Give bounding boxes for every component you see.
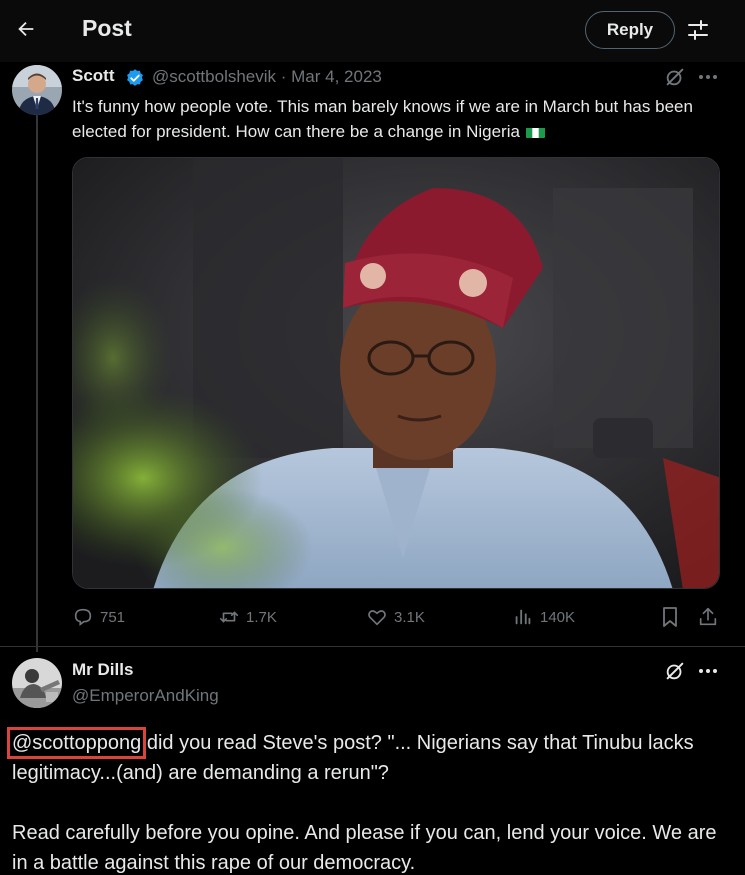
views-count: 140K — [540, 608, 576, 626]
share-icon — [699, 607, 717, 626]
reply-author-handle: @EmperorAndKing — [72, 686, 219, 705]
like-action[interactable]: 3.1K — [366, 605, 425, 629]
more-options-button[interactable] — [697, 67, 719, 87]
like-count: 3.1K — [394, 608, 425, 626]
repost-icon — [219, 611, 239, 623]
reply-icon — [74, 608, 92, 626]
reply-author-name[interactable]: Mr Dills — [72, 660, 133, 680]
like-icon — [368, 610, 386, 626]
reply-paragraph-1: @scottoppong did you read Steve's post? … — [6, 727, 737, 788]
reply-action[interactable]: 751 — [72, 605, 125, 629]
reply-paragraph-2: Read carefully before you opine. And ple… — [12, 822, 717, 874]
views-action[interactable]: 140K — [512, 605, 575, 629]
post-text: It's funny how people vote. This man bar… — [72, 94, 712, 144]
author-handle-date: @scottbolshevik · Mar 4, 2023 — [152, 67, 382, 86]
back-arrow-icon — [18, 21, 34, 37]
header-bar: Post Reply — [0, 0, 745, 62]
views-icon — [515, 609, 531, 625]
reply-more-options-button[interactable] — [697, 661, 719, 681]
more-icon — [699, 75, 717, 79]
mention-link[interactable]: @scottoppong — [6, 727, 147, 759]
back-button[interactable] — [8, 11, 44, 47]
divider — [0, 646, 745, 647]
avatar[interactable] — [12, 65, 62, 115]
grok-icon[interactable] — [664, 66, 686, 88]
reply-avatar[interactable] — [12, 658, 62, 708]
author-name[interactable]: Scott — [72, 66, 115, 86]
repost-count: 1.7K — [246, 608, 277, 626]
post-image[interactable] — [72, 157, 720, 589]
verified-badge-icon — [127, 69, 143, 86]
thread-connector — [36, 112, 38, 652]
bookmark-button[interactable] — [660, 605, 686, 629]
grok-icon[interactable] — [664, 660, 686, 682]
reply-count: 751 — [100, 608, 126, 626]
sliders-icon — [688, 20, 708, 40]
reply-text: @scottoppong did you read Steve's post? … — [6, 727, 737, 875]
page-title: Post — [82, 15, 132, 41]
reply-button[interactable]: Reply — [585, 11, 675, 49]
more-icon — [699, 669, 717, 673]
nigeria-flag-emoji — [525, 124, 545, 138]
settings-button[interactable] — [684, 16, 712, 44]
bookmark-icon — [663, 607, 677, 627]
post-page: Post Reply Scott @scottbolshevik · Mar 4… — [0, 0, 745, 875]
share-button[interactable] — [697, 605, 725, 629]
repost-action[interactable]: 1.7K — [218, 605, 277, 629]
post-text-body: It's funny how people vote. This man bar… — [72, 97, 693, 141]
